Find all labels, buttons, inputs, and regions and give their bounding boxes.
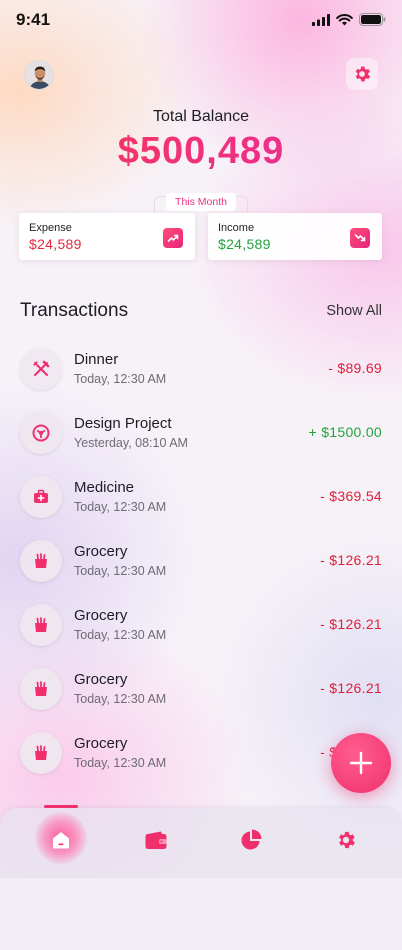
avatar[interactable] [24, 60, 54, 90]
transaction-name: Grocery [74, 607, 128, 624]
transaction-name: Grocery [74, 543, 128, 560]
transaction-time: Today, 12:30 AM [74, 756, 167, 770]
nav-home[interactable] [47, 826, 75, 854]
design-icon [20, 412, 62, 454]
transaction-name: Design Project [74, 415, 172, 432]
transaction-row[interactable]: Grocery Today, 12:30 AM - $126.21 [0, 528, 402, 592]
signal-icon [312, 13, 330, 26]
nav-statistics[interactable] [237, 826, 265, 854]
status-icons [312, 13, 386, 26]
grocery-bag-icon [20, 540, 62, 582]
grocery-bag-icon [20, 732, 62, 774]
home-icon [53, 832, 69, 849]
show-all-link[interactable]: Show All [326, 303, 382, 319]
expense-card[interactable]: Expense $24,589 [19, 213, 195, 260]
transaction-time: Today, 12:30 AM [74, 692, 167, 706]
income-label: Income [218, 222, 255, 234]
transaction-time: Today, 12:30 AM [74, 564, 167, 578]
transaction-name: Dinner [74, 351, 119, 368]
gear-icon [339, 831, 355, 849]
transaction-name: Medicine [74, 479, 135, 496]
transactions-title: Transactions [20, 300, 129, 321]
transaction-row[interactable]: Grocery Today, 12:30 AM - $126.21 [0, 592, 402, 656]
transaction-row[interactable]: Dinner Today, 12:30 AM - $89.69 [0, 336, 402, 400]
trend-up-icon [163, 228, 183, 248]
balance-title: Total Balance [152, 108, 250, 125]
transaction-amount: - $126.21 [320, 680, 382, 696]
transaction-name: Grocery [74, 671, 128, 688]
status-time: 9:41 [16, 10, 51, 29]
transaction-row[interactable]: Design Project Yesterday, 08:10 AM + $15… [0, 400, 402, 464]
medkit-icon [20, 476, 62, 518]
app-screen: 9:41 Total Balance $500,489 This Month E… [0, 0, 402, 950]
transactions-header: Transactions Show All [20, 300, 382, 322]
pie-chart-icon [241, 829, 262, 850]
grocery-bag-icon [20, 668, 62, 710]
balance-amount: $500,489 [0, 130, 402, 173]
transaction-row[interactable]: Grocery Today, 12:30 AM - $126.21 [0, 656, 402, 720]
expense-label: Expense [29, 222, 72, 234]
transaction-time: Today, 12:30 AM [74, 372, 167, 386]
income-value: $24,589 [218, 236, 271, 252]
fork-knife-icon [20, 348, 62, 390]
settings-button[interactable] [346, 58, 378, 90]
trend-down-icon [350, 228, 370, 248]
transaction-list: Dinner Today, 12:30 AM - $89.69 Design P… [0, 336, 402, 784]
income-card[interactable]: Income $24,589 [208, 213, 382, 260]
gear-icon [355, 66, 371, 82]
transaction-row[interactable]: Medicine Today, 12:30 AM - $369.54 [0, 464, 402, 528]
nav-active-indicator [44, 805, 78, 808]
grocery-bag-icon [20, 604, 62, 646]
battery-icon [359, 13, 386, 26]
transaction-time: Today, 12:30 AM [74, 500, 167, 514]
status-bar: 9:41 [0, 0, 402, 40]
home-indicator-area [0, 878, 402, 950]
transaction-name: Grocery [74, 735, 128, 752]
expense-value: $24,589 [29, 236, 82, 252]
nav-settings[interactable] [332, 826, 360, 854]
wifi-icon [336, 13, 353, 25]
wallet-icon [145, 831, 167, 849]
transaction-time: Yesterday, 08:10 AM [74, 436, 188, 450]
transaction-amount: - $89.69 [328, 360, 382, 376]
transaction-time: Today, 12:30 AM [74, 628, 167, 642]
nav-wallet[interactable] [142, 826, 170, 854]
transaction-amount: - $126.21 [320, 616, 382, 632]
transaction-amount: + $1500.00 [308, 424, 382, 440]
transaction-amount: - $126.21 [320, 552, 382, 568]
profile-photo-icon [25, 61, 53, 89]
transaction-amount: - $369.54 [320, 488, 382, 504]
plus-icon [349, 751, 373, 775]
add-transaction-button[interactable] [331, 733, 391, 793]
period-label[interactable]: This Month [166, 193, 236, 211]
